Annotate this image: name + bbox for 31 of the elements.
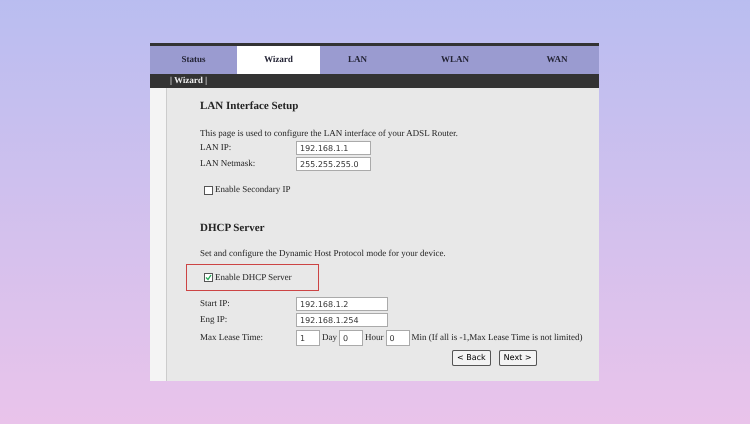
checkbox-label: Enable Secondary IP: [215, 183, 290, 196]
nav-tab[interactable]: Status: [150, 46, 237, 74]
description: Set and configure the Dynamic Host Protocol mode for your device.: [200, 246, 447, 260]
input-field[interactable]: 1: [296, 330, 320, 346]
field-label: Max Lease Time:: [200, 331, 264, 344]
unit-label: Day: [322, 331, 337, 344]
input-field[interactable]: 0: [339, 330, 363, 346]
field-label: LAN Netmask:: [200, 157, 256, 170]
checkbox[interactable]: [204, 273, 213, 282]
nav-tab[interactable]: WAN: [515, 46, 599, 74]
unit-label: Hour: [365, 331, 384, 344]
input-field[interactable]: 255.255.255.0: [296, 157, 371, 171]
subnav-link[interactable]: | Wizard |: [170, 74, 208, 88]
section-title: LAN Interface Setup: [200, 99, 300, 114]
description: This page is used to configure the LAN interface of your ADSL Router.: [200, 126, 459, 140]
field-label: Start IP:: [200, 297, 231, 310]
unit-label: Min (If all is -1,Max Lease Time is not limited): [412, 331, 582, 344]
nav-tab[interactable]: Wizard: [237, 46, 320, 74]
checkbox[interactable]: [204, 186, 213, 194]
field-label: Eng IP:: [200, 313, 228, 326]
nav-tab[interactable]: WLAN: [395, 46, 515, 74]
wizard-button[interactable]: < Back: [452, 350, 491, 366]
field-label: LAN IP:: [200, 141, 232, 154]
input-field[interactable]: 192.168.1.1: [296, 141, 371, 155]
input-field[interactable]: 0: [386, 330, 410, 346]
input-field[interactable]: 192.168.1.254: [296, 313, 388, 327]
input-field[interactable]: 192.168.1.2: [296, 297, 388, 311]
section-title: DHCP Server: [200, 221, 266, 236]
checkbox-label: Enable DHCP Server: [215, 270, 292, 284]
nav-tab[interactable]: LAN: [320, 46, 395, 74]
wizard-button[interactable]: Next >: [498, 350, 537, 366]
